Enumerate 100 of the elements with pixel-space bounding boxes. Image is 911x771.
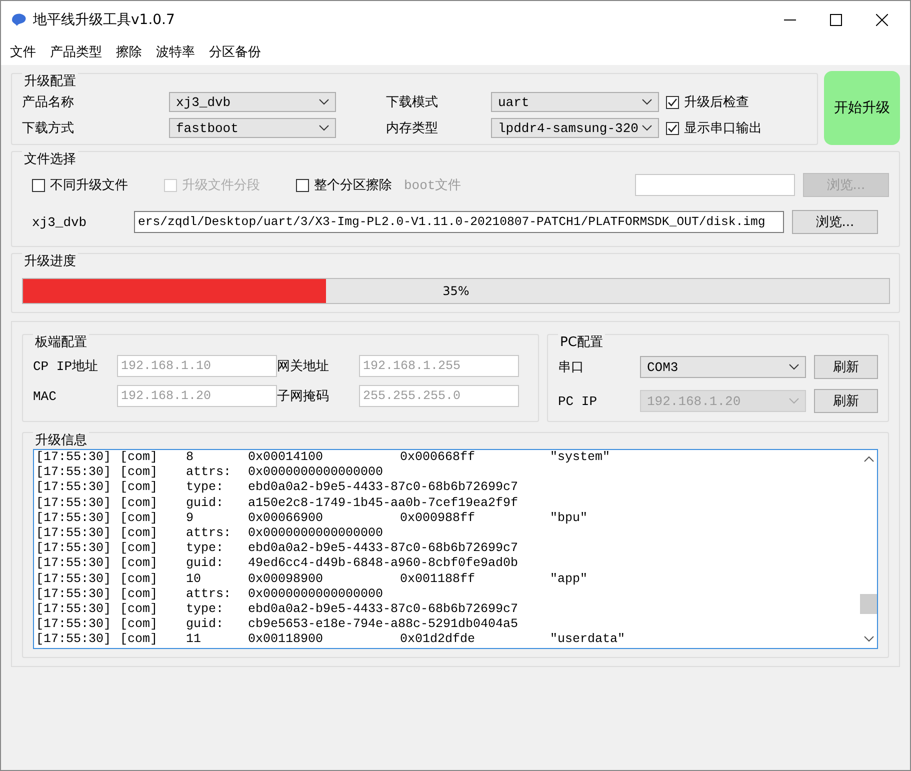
log-text: [com] [120,602,159,618]
checkbox-label: 显示串口输出 [684,120,762,137]
group-title: 板端配置 [33,333,89,351]
group-title: 升级进度 [22,252,78,270]
checkbox[interactable] [666,122,679,134]
menu-item[interactable]: 文件 [10,43,36,61]
log-text: [com] [120,450,159,466]
log-text: [17:55:30] [36,632,112,648]
field-label: 网关地址 [277,358,330,375]
checkbox[interactable] [32,178,45,192]
checkbox[interactable] [296,178,309,192]
log-text: "bpu" [550,510,588,526]
log-text: [com] [120,480,159,496]
progress-percent: 35% [442,284,470,298]
log-text: [com] [120,632,159,648]
checkbox[interactable] [666,96,679,108]
chevron-icon [319,99,329,105]
log-text: [17:55:30] [36,617,112,632]
checkbox-label: 整个分区擦除 [314,177,392,194]
start-upgrade-button[interactable]: 开始升级 [824,71,900,145]
log-text: [com] [120,586,159,602]
dropdown[interactable]: COM3 [640,356,806,378]
dropdown[interactable]: fastboot [169,118,336,138]
dropdown[interactable]: lpddr4-samsung-320 [491,118,659,138]
log-text: 0x0000000000000000 [248,465,384,480]
chevron-icon [642,99,652,105]
input-field[interactable] [635,174,795,196]
log-text: [com] [120,556,159,572]
log-text: [17:55:30] [36,586,112,602]
log-text: type: [185,602,225,618]
menu-item[interactable]: 擦除 [116,43,142,61]
chevron-icon [789,364,799,370]
field-label: CP IP地址 [33,358,100,375]
log-text: ebd0a0a2-b9e5-4433-87c0-68b6b72699c7 [248,602,518,618]
log-text: "system" [550,450,610,466]
field-label: 产品名称 [22,94,75,111]
log-text: [17:55:30] [36,526,112,542]
input-field[interactable]: 192.168.1.10 [117,355,277,377]
log-text: [com] [120,510,159,526]
field-label: 下载方式 [22,120,75,137]
group-title: 升级配置 [22,72,78,90]
log-text: [com] [120,496,159,511]
log-text: [17:55:30] [36,450,112,466]
log-text: [17:55:30] [36,465,112,480]
log-text: 8 [185,450,195,466]
log-text: cb9e5653-e18e-794e-a88c-5291db0404a5 [248,617,518,632]
log-text: [17:55:30] [36,602,112,618]
file-path-field[interactable]: ers/zqdl/Desktop/uart/3/X3-Img-PL2.0-V1.11.0-20210807-PATCH1/PLATFORMSDK_OUT/disk.img [134,211,784,233]
chevron-icon [642,125,652,131]
log-text: 0x00098900 [248,572,324,587]
input-field[interactable]: 192.168.1.20 [117,385,277,407]
log-text: type: [185,480,225,496]
log-text: attrs: [185,586,232,602]
browse-button[interactable]: 浏览... [792,210,878,234]
field-label: 串口 [558,359,585,376]
log-text: attrs: [185,465,232,480]
group-title: 文件选择 [22,150,78,168]
scroll-down-icon[interactable] [864,636,874,642]
menu-item[interactable]: 波特率 [156,43,195,61]
close-icon[interactable] [876,14,888,26]
maximize-icon[interactable] [830,14,842,26]
log-text: [com] [120,465,159,480]
field-label: 下载模式 [385,94,439,111]
log-text: a150e2c8-1749-1b45-aa0b-7cef19ea2f9f [248,496,518,511]
log-text: 0x00118900 [248,632,324,648]
log-text: ebd0a0a2-b9e5-4433-87c0-68b6b72699c7 [248,480,518,496]
menu-item[interactable]: 分区备份 [209,43,261,61]
group-title: 升级信息 [33,431,89,449]
chevron-icon [319,125,329,131]
input-field[interactable]: 192.168.1.255 [359,355,519,377]
log-text: 49ed6cc4-d49b-6848-a960-8cbf0fe9ad0b [248,556,518,572]
log-text: 11 [185,632,202,648]
checkbox-label: 升级后检查 [684,94,749,111]
log-text: [17:55:30] [36,496,112,511]
log-text: [17:55:30] [36,556,112,572]
window-title: 地平线升级工具v1.0.7 [33,11,175,29]
scrollbar-thumb[interactable] [860,594,877,614]
log-text: ebd0a0a2-b9e5-4433-87c0-68b6b72699c7 [248,541,518,556]
input-field[interactable]: 255.255.255.0 [359,385,519,407]
field-label: MAC [33,388,58,404]
log-text: "app" [550,572,588,587]
refresh-button[interactable]: 刷新 [814,355,878,379]
log-text: [com] [120,526,159,542]
log-text: 9 [185,510,195,526]
field-label: PC IP [558,394,598,408]
log-text: 0x000668ff [400,450,476,466]
log-text: type: [185,541,225,556]
dropdown[interactable]: uart [491,92,659,112]
checkbox-label: 不同升级文件 [50,177,128,194]
dropdown[interactable]: xj3_dvb [169,92,336,112]
field-label: 内存类型 [385,120,439,137]
field-label: xj3_dvb [32,214,88,230]
menu-item[interactable]: 产品类型 [50,43,102,61]
log-text: guid: [185,496,225,511]
log-text: 0x0000000000000000 [248,526,384,542]
scroll-up-icon[interactable] [864,456,874,462]
app-logo-icon [11,13,27,27]
log-text: 0x01d2dfde [400,632,476,648]
log-text: guid: [185,617,225,632]
log-text: 0x00014100 [248,450,324,466]
